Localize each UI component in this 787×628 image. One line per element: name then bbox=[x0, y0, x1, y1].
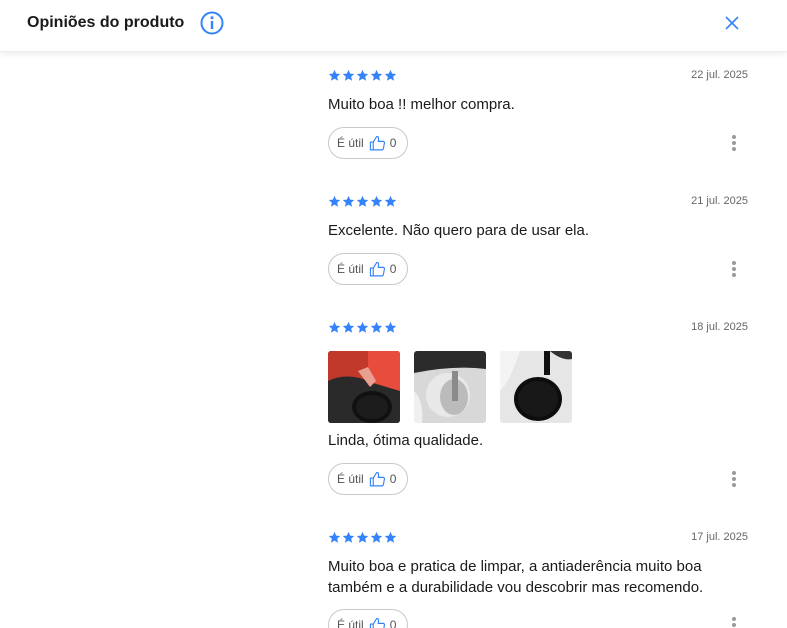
star-icon bbox=[356, 321, 369, 333]
modal-header: Opiniões do produto bbox=[0, 0, 787, 52]
review-text: Linda, ótima qualidade. bbox=[328, 432, 484, 449]
review-date: 21 jul. 2025 bbox=[691, 195, 748, 207]
star-icon bbox=[328, 69, 341, 81]
review-photo[interactable] bbox=[328, 351, 400, 423]
star-icon bbox=[342, 531, 355, 543]
more-options-icon[interactable] bbox=[731, 135, 737, 155]
rating-stars bbox=[328, 531, 397, 545]
useful-label: É útil bbox=[337, 618, 364, 628]
review-photo[interactable] bbox=[414, 351, 486, 423]
thumbs-up-icon bbox=[369, 261, 385, 276]
useful-button[interactable]: É útil 0 bbox=[328, 609, 408, 628]
review-date: 18 jul. 2025 bbox=[691, 321, 748, 333]
review-text: Excelente. Não quero para de usar ela. bbox=[328, 222, 589, 239]
star-icon bbox=[342, 69, 355, 81]
useful-button[interactable]: É útil 0 bbox=[328, 463, 408, 495]
star-icon bbox=[328, 195, 341, 207]
star-icon bbox=[384, 69, 397, 81]
review-text: Muito boa !! melhor compra. bbox=[328, 96, 515, 113]
useful-count: 0 bbox=[389, 472, 397, 486]
review-text: Muito boa e pratica de limpar, a antiade… bbox=[328, 558, 704, 596]
useful-button[interactable]: É útil 0 bbox=[328, 127, 408, 159]
star-icon bbox=[384, 195, 397, 207]
star-icon bbox=[356, 531, 369, 543]
thumbs-up-icon bbox=[369, 471, 385, 486]
thumbs-up-icon bbox=[369, 617, 385, 628]
useful-label: É útil bbox=[337, 262, 364, 276]
useful-label: É útil bbox=[337, 136, 364, 150]
page-title: Opiniões do produto bbox=[27, 14, 185, 31]
info-icon[interactable] bbox=[200, 11, 224, 35]
useful-count: 0 bbox=[389, 618, 397, 628]
useful-count: 0 bbox=[389, 136, 397, 150]
review-date: 17 jul. 2025 bbox=[691, 531, 748, 543]
rating-stars bbox=[328, 69, 397, 83]
useful-button[interactable]: É útil 0 bbox=[328, 253, 408, 285]
more-options-icon[interactable] bbox=[731, 471, 737, 491]
star-icon bbox=[328, 531, 341, 543]
star-icon bbox=[384, 321, 397, 333]
star-icon bbox=[370, 321, 383, 333]
useful-label: É útil bbox=[337, 472, 364, 486]
more-options-icon[interactable] bbox=[731, 617, 737, 628]
star-icon bbox=[370, 531, 383, 543]
star-icon bbox=[370, 195, 383, 207]
star-icon bbox=[384, 531, 397, 543]
review-date: 22 jul. 2025 bbox=[691, 69, 748, 81]
useful-count: 0 bbox=[389, 262, 397, 276]
star-icon bbox=[370, 69, 383, 81]
rating-stars bbox=[328, 321, 397, 335]
more-options-icon[interactable] bbox=[731, 261, 737, 281]
star-icon bbox=[328, 321, 341, 333]
star-icon bbox=[342, 195, 355, 207]
review-photo[interactable] bbox=[500, 351, 572, 423]
star-icon bbox=[356, 69, 369, 81]
star-icon bbox=[342, 321, 355, 333]
star-icon bbox=[356, 195, 369, 207]
review-photos bbox=[328, 351, 572, 423]
thumbs-up-icon bbox=[369, 135, 385, 150]
reviews-list[interactable]: 22 jul. 2025 Muito boa !! melhor compra.… bbox=[0, 52, 787, 628]
close-icon[interactable] bbox=[724, 15, 740, 31]
rating-stars bbox=[328, 195, 397, 209]
